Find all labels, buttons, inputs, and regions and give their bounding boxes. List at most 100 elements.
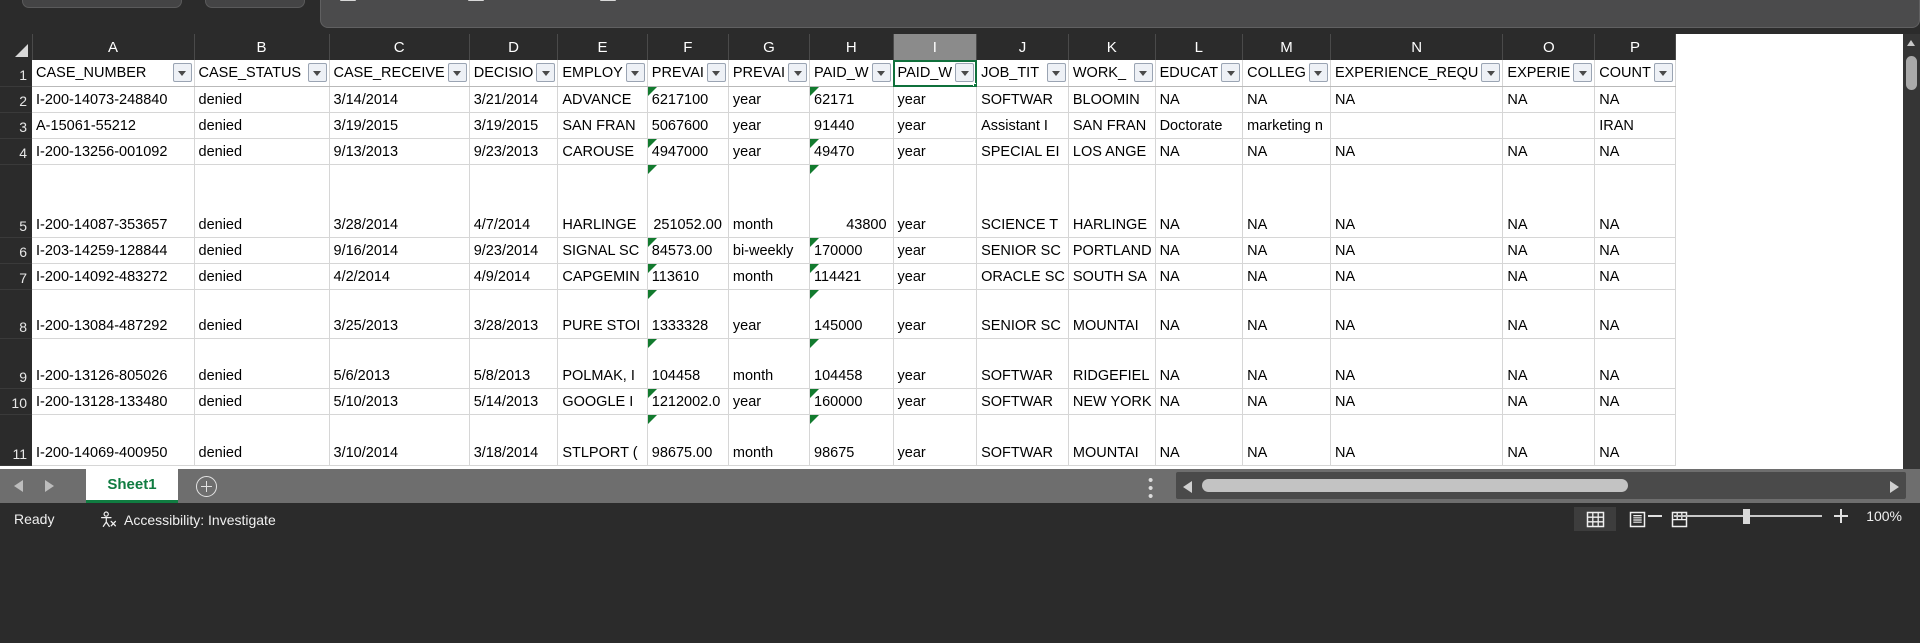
column-filter-header-h[interactable]: PAID_W — [809, 60, 894, 87]
column-header-h[interactable]: H — [809, 34, 894, 60]
cell-P2[interactable]: NA — [1594, 86, 1676, 113]
cell-O5[interactable]: NA — [1502, 164, 1596, 238]
cell-F3[interactable]: 5067600 — [647, 112, 729, 139]
cell-B7[interactable]: denied — [194, 263, 330, 290]
column-filter-header-n[interactable]: EXPERIENCE_REQU — [1330, 60, 1504, 87]
cell-K10[interactable]: NEW YORK — [1068, 388, 1156, 415]
cell-N11[interactable]: NA — [1330, 414, 1504, 466]
vertical-scroll-thumb[interactable] — [1906, 56, 1917, 90]
column-header-b[interactable]: B — [194, 34, 330, 60]
cell-A10[interactable]: I-200-13128-133480 — [32, 388, 195, 415]
cell-H6[interactable]: 170000 — [809, 237, 894, 264]
column-header-c[interactable]: C — [329, 34, 470, 60]
cell-N7[interactable]: NA — [1330, 263, 1504, 290]
cell-E2[interactable]: ADVANCE — [557, 86, 648, 113]
column-header-m[interactable]: M — [1242, 34, 1331, 60]
cell-L6[interactable]: NA — [1155, 237, 1244, 264]
cell-J6[interactable]: SENIOR SC — [976, 237, 1069, 264]
cell-H8[interactable]: 145000 — [809, 289, 894, 339]
cell-K3[interactable]: SAN FRAN — [1068, 112, 1156, 139]
cell-H10[interactable]: 160000 — [809, 388, 894, 415]
scroll-right-button[interactable] — [1884, 472, 1906, 499]
cell-L3[interactable]: Doctorate — [1155, 112, 1244, 139]
cell-F4[interactable]: 4947000 — [647, 138, 729, 165]
filter-dropdown-button-d[interactable] — [536, 63, 556, 82]
filter-dropdown-button-f[interactable] — [706, 63, 726, 82]
scroll-left-button[interactable] — [1176, 472, 1198, 499]
cell-K5[interactable]: HARLINGE — [1068, 164, 1156, 238]
cell-I6[interactable]: year — [893, 237, 978, 264]
cell-B11[interactable]: denied — [194, 414, 330, 466]
sheet-row-3[interactable]: 3 A-15061-55212 denied 3/19/2015 3/19/2015 SA… — [0, 112, 1676, 139]
cell-J8[interactable]: SENIOR SC — [976, 289, 1069, 339]
sheet-row-10[interactable]: 10 I-200-13128-133480 denied 5/10/2013 5/14/… — [0, 388, 1676, 415]
filter-dropdown-button-a[interactable] — [172, 63, 192, 82]
cell-I2[interactable]: year — [893, 86, 978, 113]
filter-dropdown-button-k[interactable] — [1133, 63, 1153, 82]
cell-C10[interactable]: 5/10/2013 — [329, 388, 470, 415]
cell-O6[interactable]: NA — [1502, 237, 1596, 264]
row-header-6[interactable]: 6 — [0, 237, 32, 264]
filter-dropdown-button-n[interactable] — [1481, 63, 1501, 82]
cell-A3[interactable]: A-15061-55212 — [32, 112, 195, 139]
cell-N6[interactable]: NA — [1330, 237, 1504, 264]
cell-G2[interactable]: year — [728, 86, 811, 113]
cell-I5[interactable]: year — [893, 164, 978, 238]
cell-B6[interactable]: denied — [194, 237, 330, 264]
column-filter-header-i[interactable]: PAID_W — [893, 60, 978, 87]
cell-J9[interactable]: SOFTWAR — [976, 338, 1069, 389]
column-header-o[interactable]: O — [1502, 34, 1596, 60]
cell-L8[interactable]: NA — [1155, 289, 1244, 339]
column-header-e[interactable]: E — [557, 34, 648, 60]
row-header-5[interactable]: 5 — [0, 164, 32, 238]
cell-A5[interactable]: I-200-14087-353657 — [32, 164, 195, 238]
row-header-1[interactable]: 1 — [0, 60, 32, 87]
cell-F8[interactable]: 1333328 — [647, 289, 729, 339]
row-header-9[interactable]: 9 — [0, 338, 32, 389]
cell-A11[interactable]: I-200-14069-400950 — [32, 414, 195, 466]
zoom-percentage-label[interactable]: 100% — [1860, 508, 1902, 524]
cell-F9[interactable]: 104458 — [647, 338, 729, 389]
cell-N3[interactable] — [1330, 112, 1504, 139]
cell-I10[interactable]: year — [893, 388, 978, 415]
sheet-row-6[interactable]: 6 I-203-14259-128844 denied 9/16/2014 9/23/2… — [0, 237, 1676, 264]
cell-A8[interactable]: I-200-13084-487292 — [32, 289, 195, 339]
cell-M6[interactable]: NA — [1242, 237, 1331, 264]
filter-dropdown-button-l[interactable] — [1221, 63, 1241, 82]
select-all-corner[interactable] — [0, 34, 33, 60]
cell-P11[interactable]: NA — [1594, 414, 1676, 466]
column-header-i[interactable]: I — [893, 34, 978, 60]
cell-M7[interactable]: NA — [1242, 263, 1331, 290]
cell-I8[interactable]: year — [893, 289, 978, 339]
column-filter-header-c[interactable]: CASE_RECEIVE — [329, 60, 470, 87]
cell-D7[interactable]: 4/9/2014 — [469, 263, 559, 290]
column-filter-header-l[interactable]: EDUCAT — [1155, 60, 1244, 87]
row-header-10[interactable]: 10 — [0, 388, 32, 415]
cell-D9[interactable]: 5/8/2013 — [469, 338, 559, 389]
row-header-4[interactable]: 4 — [0, 138, 32, 165]
cell-C11[interactable]: 3/10/2014 — [329, 414, 470, 466]
previous-sheet-arrow-icon[interactable] — [14, 480, 23, 492]
cell-H4[interactable]: 49470 — [809, 138, 894, 165]
column-header-a[interactable]: A — [32, 34, 195, 60]
cell-H5[interactable]: 43800 — [809, 164, 894, 238]
cell-H11[interactable]: 98675 — [809, 414, 894, 466]
cell-H9[interactable]: 104458 — [809, 338, 894, 389]
cell-P4[interactable]: NA — [1594, 138, 1676, 165]
filter-dropdown-button-g[interactable] — [788, 63, 807, 82]
column-filter-header-a[interactable]: CASE_NUMBER — [32, 60, 195, 87]
cell-O2[interactable]: NA — [1502, 86, 1596, 113]
next-sheet-arrow-icon[interactable] — [45, 480, 54, 492]
cell-K4[interactable]: LOS ANGE — [1068, 138, 1156, 165]
cell-A4[interactable]: I-200-13256-001092 — [32, 138, 195, 165]
cell-D3[interactable]: 3/19/2015 — [469, 112, 559, 139]
cell-L9[interactable]: NA — [1155, 338, 1244, 389]
cell-D11[interactable]: 3/18/2014 — [469, 414, 559, 466]
cell-F6[interactable]: 84573.00 — [647, 237, 729, 264]
cell-B9[interactable]: denied — [194, 338, 330, 389]
filter-dropdown-button-o[interactable] — [1573, 63, 1593, 82]
cell-G8[interactable]: year — [728, 289, 811, 339]
add-sheet-plus-icon[interactable] — [196, 476, 217, 497]
sheet-table[interactable]: ABCDEFGHIJKLMNOP 1 CASE_NUMBER CASE_STATUS… — [0, 34, 1676, 466]
cell-B5[interactable]: denied — [194, 164, 330, 238]
